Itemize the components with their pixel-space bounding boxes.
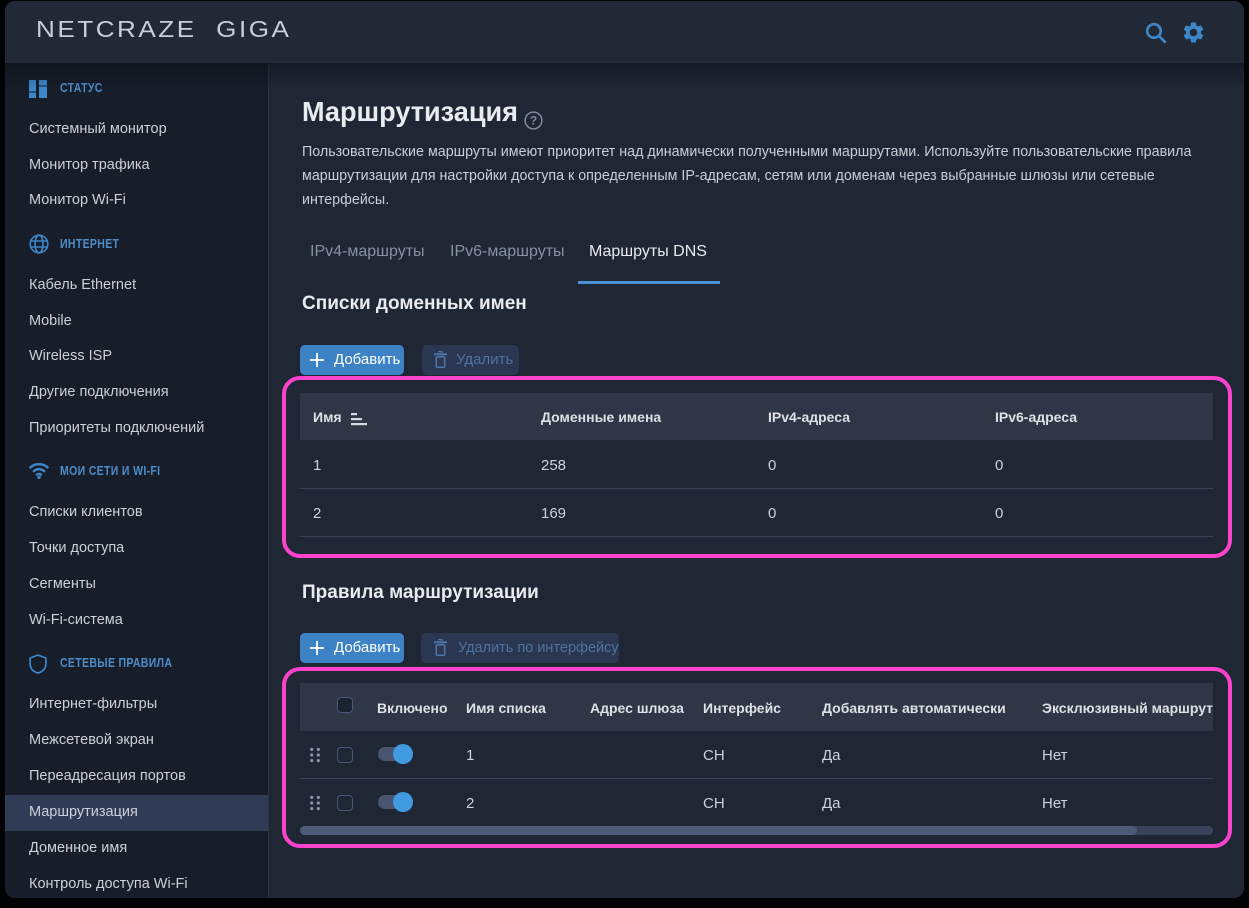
svg-text:?: ? bbox=[530, 114, 537, 128]
